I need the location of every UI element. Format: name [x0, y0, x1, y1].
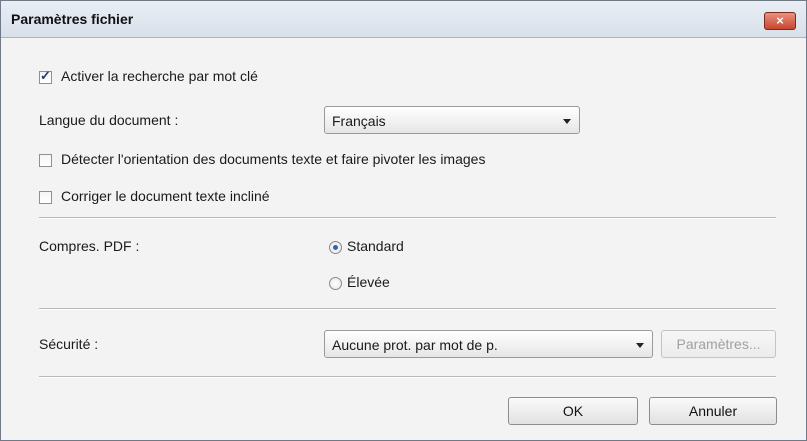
security-value: Aucune prot. par mot de p.: [332, 337, 498, 353]
dialog-content: Activer la recherche par mot clé Langue …: [1, 38, 806, 440]
close-button[interactable]: ×: [764, 12, 796, 30]
chevron-down-icon: [563, 119, 571, 124]
security-settings-button[interactable]: Paramètres...: [661, 330, 776, 358]
compression-standard-radio[interactable]: [329, 241, 342, 254]
document-language-value: Français: [332, 113, 386, 129]
separator: [39, 308, 776, 310]
compression-standard-label[interactable]: Standard: [347, 238, 404, 254]
keyword-search-label[interactable]: Activer la recherche par mot clé: [61, 68, 258, 84]
compression-high-radio[interactable]: [329, 277, 342, 290]
keyword-search-checkbox[interactable]: [39, 68, 52, 84]
compression-high-label[interactable]: Élevée: [347, 274, 390, 290]
file-settings-dialog: Paramètres fichier × Activer la recherch…: [0, 0, 807, 441]
cancel-button[interactable]: Annuler: [649, 397, 777, 425]
correct-skew-checkbox[interactable]: [39, 191, 52, 204]
dialog-title: Paramètres fichier: [11, 11, 134, 27]
document-language-label: Langue du document :: [39, 112, 179, 128]
document-language-select[interactable]: Français: [324, 106, 580, 134]
chevron-down-icon: [636, 343, 644, 348]
separator: [39, 217, 776, 219]
title-bar[interactable]: Paramètres fichier ×: [1, 1, 806, 38]
separator: [39, 376, 776, 378]
ok-button[interactable]: OK: [508, 397, 638, 425]
security-select[interactable]: Aucune prot. par mot de p.: [324, 330, 653, 358]
detect-orientation-label[interactable]: Détecter l'orientation des documents tex…: [61, 151, 485, 167]
correct-skew-label[interactable]: Corriger le document texte incliné: [61, 188, 270, 204]
security-label: Sécurité :: [39, 336, 99, 352]
pdf-compression-label: Compres. PDF :: [39, 238, 140, 254]
detect-orientation-checkbox[interactable]: [39, 154, 52, 167]
